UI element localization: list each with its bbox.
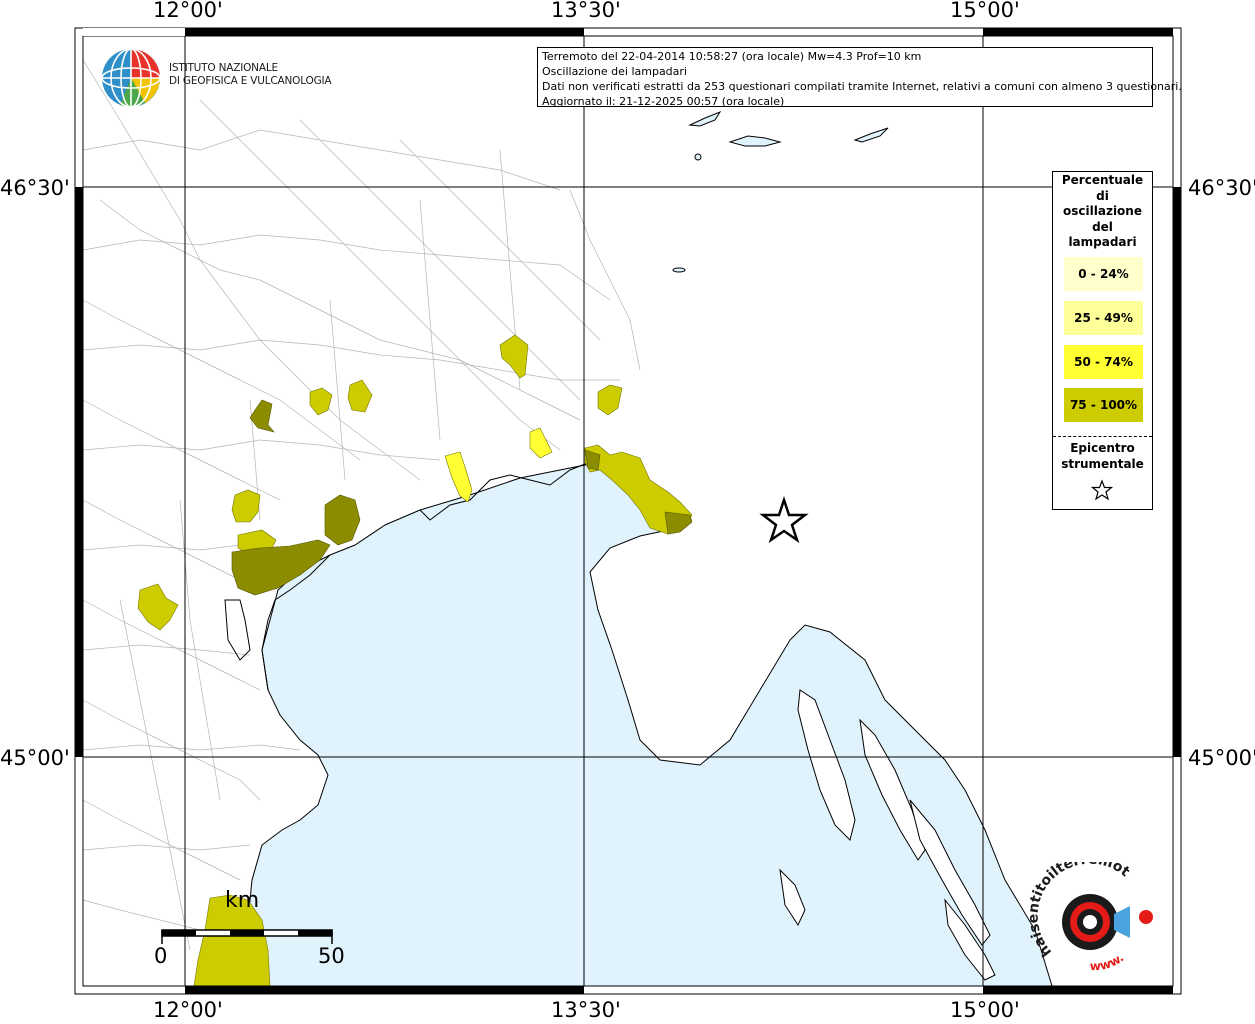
event-info-line1: Terremoto del 22-04-2014 10:58:27 (ora l… (542, 50, 922, 63)
hst-logo-graphic: haisentitoilterremoto.it www. (1025, 850, 1153, 973)
legend-class-1: 0 - 24% (1064, 257, 1143, 291)
top-label-2: 13°30' (551, 0, 621, 22)
legend-epicenter-label: Epicentro strumentale (1053, 440, 1152, 472)
scale-unit: km (225, 888, 260, 913)
scale-min-label: 0 (154, 944, 168, 968)
event-info-box: Terremoto del 22-04-2014 10:58:27 (ora l… (537, 47, 1182, 108)
lake-5 (672, 267, 686, 273)
scale-max-label: 50 (318, 944, 345, 968)
legend-title-line1: Percentuale (1061, 173, 1144, 187)
top-label-3: 15°00' (950, 0, 1020, 22)
event-info-line3: Dati non verificati estratti da 253 ques… (542, 80, 1182, 93)
globe-icon (101, 48, 161, 108)
bottom-label-1: 12°00' (153, 998, 223, 1022)
legend-epicenter-line1: Epicentro (1070, 441, 1135, 455)
ingv-line2: DI GEOFISICA E VULCANOLOGIA (169, 75, 332, 87)
top-label-1: 12°00' (153, 0, 223, 22)
legend-title-line5: lampadari (1068, 235, 1137, 249)
legend-class-3: 50 - 74% (1064, 345, 1143, 379)
hst-logo: haisentitoilterremoto.it www. (1025, 850, 1160, 977)
right-label-2: 45°00' (1188, 746, 1255, 770)
event-info-line4: Aggiornato il: 21-12-2025 00:57 (ora loc… (542, 95, 785, 108)
star-icon (1091, 479, 1113, 501)
legend-divider (1053, 436, 1152, 437)
legend-title-line2: di (1096, 188, 1109, 203)
legend: Percentuale di oscillazione del lampadar… (1052, 171, 1153, 510)
legend-title: Percentuale di oscillazione del lampadar… (1053, 173, 1152, 251)
legend-class-4: 75 - 100% (1064, 388, 1143, 422)
event-info-line2: Oscillazione dei lampadari (542, 65, 687, 78)
legend-class-2: 25 - 49% (1064, 301, 1143, 335)
bottom-label-2: 13°30' (551, 998, 621, 1022)
right-label-1: 46°30' (1188, 176, 1255, 200)
left-label-2: 45°00' (0, 746, 70, 770)
ingv-name: ISTITUTO NAZIONALE DI GEOFISICA E VULCAN… (169, 62, 332, 88)
bottom-label-3: 15°00' (950, 998, 1020, 1022)
ingv-logo: ISTITUTO NAZIONALE DI GEOFISICA E VULCAN… (100, 47, 332, 109)
lake-4 (694, 153, 702, 161)
legend-title-line4: del (1092, 219, 1113, 234)
ingv-line1: ISTITUTO NAZIONALE (169, 62, 278, 74)
legend-title-line3: oscillazione (1063, 204, 1142, 218)
left-label-1: 46°30' (0, 176, 70, 200)
map-canvas: 12°00' 13°30' 15°00' 12°00' 13°30' 15°00… (0, 0, 1255, 1024)
hst-logo-www: www. (1090, 950, 1127, 973)
legend-epicenter-line2: strumentale (1061, 457, 1144, 471)
